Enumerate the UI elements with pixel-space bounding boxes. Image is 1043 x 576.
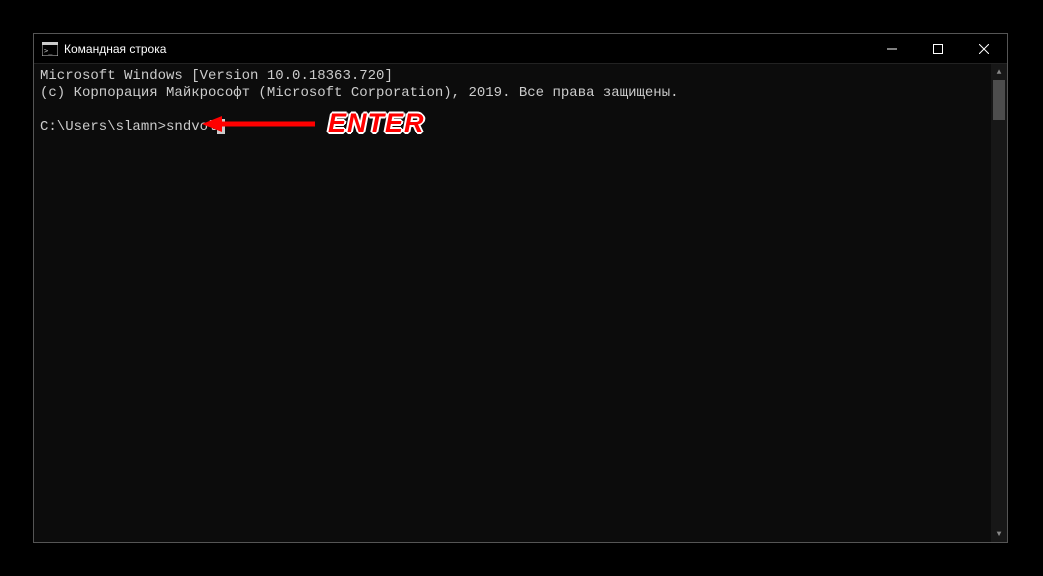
scroll-up-icon[interactable]: ▲ (991, 64, 1007, 80)
prompt-line: C:\Users\slamn>sndvol (40, 119, 1001, 136)
titlebar-left: >_ Командная строка (42, 42, 166, 56)
minimize-button[interactable] (869, 34, 915, 63)
terminal-blank-line (40, 102, 1001, 119)
cursor (217, 119, 225, 134)
scrollbar-thumb[interactable] (993, 80, 1005, 120)
scroll-down-icon[interactable]: ▼ (991, 526, 1007, 542)
close-button[interactable] (961, 34, 1007, 63)
titlebar[interactable]: >_ Командная строка (34, 34, 1007, 64)
cmd-icon: >_ (42, 42, 58, 56)
scrollbar[interactable]: ▲ ▼ (991, 64, 1007, 542)
maximize-button[interactable] (915, 34, 961, 63)
terminal-output-line: Microsoft Windows [Version 10.0.18363.72… (40, 68, 1001, 85)
terminal-output-line: (c) Корпорация Майкрософт (Microsoft Cor… (40, 85, 1001, 102)
terminal-body[interactable]: Microsoft Windows [Version 10.0.18363.72… (34, 64, 1007, 542)
svg-text:>_: >_ (44, 47, 53, 55)
window-controls (869, 34, 1007, 63)
command-input[interactable]: sndvol (166, 119, 216, 136)
window-title: Командная строка (64, 42, 166, 56)
prompt-path: C:\Users\slamn> (40, 119, 166, 136)
command-prompt-window: >_ Командная строка Microsoft Windows [V… (33, 33, 1008, 543)
